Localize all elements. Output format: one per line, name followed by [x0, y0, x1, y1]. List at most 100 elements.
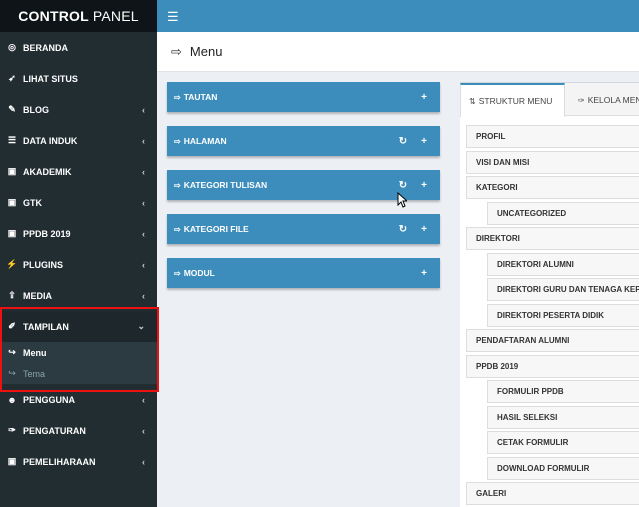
- paint-brush-icon: ✐: [8, 321, 16, 331]
- sidebar-item-lihat-situs[interactable]: ➶ LIHAT SITUS: [0, 63, 157, 94]
- panel-modul[interactable]: ⇨ MODUL +: [167, 258, 440, 288]
- sidebar-item-label: PEMELIHARAAN: [23, 456, 96, 467]
- menu-tree-item[interactable]: FORMULIR PPDB: [487, 380, 639, 403]
- tab-label: KELOLA MENU: [587, 95, 639, 105]
- chevron-left-icon: ‹: [142, 228, 145, 239]
- panel-halaman[interactable]: ⇨ HALAMAN ↻ +: [167, 126, 440, 156]
- sidebar-item-label: LIHAT SITUS: [23, 73, 78, 84]
- panel-tools: +: [421, 82, 427, 112]
- menu-tree-item[interactable]: PENDAFTARAN ALUMNI: [466, 329, 639, 352]
- tab-bar: ⇅ STRUKTUR MENU ✑ KELOLA MENU: [460, 83, 639, 117]
- sidebar-item-label: GTK: [23, 197, 42, 208]
- sign-in-icon: ↪: [8, 347, 16, 357]
- submenu-item-tema[interactable]: ↪ Tema: [0, 363, 157, 384]
- menu-tree-item[interactable]: PROFIL: [466, 125, 639, 148]
- panel-tools: +: [421, 258, 427, 288]
- chevron-left-icon: ‹: [142, 197, 145, 208]
- sign-in-icon: ⇨: [174, 136, 181, 146]
- tab-struktur-menu[interactable]: ⇅ STRUKTUR MENU: [460, 83, 565, 117]
- panel-kategori-file[interactable]: ⇨ KATEGORI FILE ↻ +: [167, 214, 440, 244]
- hamburger-menu-icon[interactable]: ☰: [167, 9, 179, 25]
- sign-in-icon: ⇨: [174, 268, 181, 278]
- menu-structure-box: ⇅ STRUKTUR MENU ✑ KELOLA MENU PROFILVISI…: [460, 82, 639, 507]
- edit-icon: ✎: [8, 104, 16, 114]
- sidebar-item-data-induk[interactable]: ☰ DATA INDUK ‹: [0, 125, 157, 156]
- panel-tools: ↻ +: [399, 214, 427, 244]
- book-icon: ▣: [7, 228, 17, 238]
- chevron-down-icon: ⌄: [137, 321, 145, 331]
- wrench-icon: ✑: [8, 425, 16, 435]
- plus-icon[interactable]: +: [421, 268, 427, 279]
- chevron-left-icon: ‹: [142, 425, 145, 436]
- plus-icon[interactable]: +: [421, 224, 427, 235]
- tab-kelola-menu[interactable]: ✑ KELOLA MENU: [570, 83, 639, 117]
- sidebar-item-tampilan[interactable]: ✐ TAMPILAN ⌄: [0, 311, 157, 342]
- sidebar-item-label: DATA INDUK: [23, 135, 78, 146]
- chevron-left-icon: ‹: [142, 166, 145, 177]
- submenu-item-menu[interactable]: ↪ Menu: [0, 342, 157, 363]
- sort-icon: ⇅: [469, 96, 476, 106]
- top-navbar: ☰: [157, 0, 639, 32]
- plug-icon: ⚡: [6, 259, 18, 269]
- menu-tree-item[interactable]: GALERI: [466, 482, 639, 505]
- dashboard-icon: ◎: [8, 42, 16, 52]
- plus-icon[interactable]: +: [421, 180, 427, 191]
- tab-label: STRUKTUR MENU: [478, 96, 553, 106]
- sidebar-item-akademik[interactable]: ▣ AKADEMIK ‹: [0, 156, 157, 187]
- content-header: ⇨ Menu: [157, 32, 639, 72]
- sign-in-icon: ⇨: [171, 43, 182, 59]
- menu-tree-item[interactable]: VISI DAN MISI: [466, 150, 639, 174]
- menu-tree-item[interactable]: DOWNLOAD FORMULIR: [487, 456, 639, 480]
- menu-tree-item[interactable]: HASIL SELEKSI: [487, 405, 639, 429]
- list-icon: ☰: [7, 135, 17, 145]
- sidebar-item-beranda[interactable]: ◎ BERANDA: [0, 32, 157, 63]
- sidebar-item-pengaturan[interactable]: ✑ PENGATURAN ‹: [0, 415, 157, 446]
- sidebar-item-pemeliharaan[interactable]: ▣ PEMELIHARAAN ‹: [0, 446, 157, 477]
- sidebar-item-label: TAMPILAN: [23, 321, 69, 332]
- plus-icon[interactable]: +: [421, 136, 427, 147]
- menu-tree-item[interactable]: DIREKTORI ALUMNI: [487, 252, 639, 276]
- sidebar-item-blog[interactable]: ✎ BLOG ‹: [0, 94, 157, 125]
- wrench-icon: ✑: [578, 95, 585, 105]
- brand-logo[interactable]: CONTROL PANEL: [0, 0, 157, 32]
- sidebar-item-label: BERANDA: [23, 42, 68, 53]
- panel-title: KATEGORI FILE: [183, 224, 249, 234]
- menu-tree-item[interactable]: DIREKTORI PESERTA DIDIK: [487, 303, 639, 327]
- brand-rest: PANEL: [92, 8, 139, 24]
- menu-tree-item[interactable]: PPDB 2019: [466, 354, 639, 378]
- sidebar-item-label: PPDB 2019: [23, 228, 71, 239]
- menu-tree-item[interactable]: KATEGORI: [466, 176, 639, 199]
- panel-title: MODUL: [183, 268, 215, 278]
- plus-icon[interactable]: +: [421, 92, 427, 103]
- panel-tools: ↻ +: [399, 126, 427, 156]
- chevron-left-icon: ‹: [142, 290, 145, 301]
- sidebar-item-media[interactable]: ⇪ MEDIA ‹: [0, 280, 157, 311]
- menu-tree-item[interactable]: DIREKTORI: [466, 227, 639, 250]
- sidebar-item-gtk[interactable]: ▣ GTK ‹: [0, 187, 157, 218]
- sidebar-item-pengguna[interactable]: ☻ PENGGUNA ‹: [0, 384, 157, 415]
- chevron-left-icon: ‹: [142, 104, 145, 115]
- sidebar-item-ppdb-2019[interactable]: ▣ PPDB 2019 ‹: [0, 218, 157, 249]
- panel-title: TAUTAN: [183, 92, 218, 102]
- sidebar-item-plugins[interactable]: ⚡ PLUGINS ‹: [0, 249, 157, 280]
- sidebar-item-label: PLUGINS: [23, 259, 64, 270]
- sidebar-item-label: MEDIA: [23, 290, 52, 301]
- sidebar-item-label: PENGATURAN: [23, 425, 86, 436]
- submenu-item-label: Menu: [23, 347, 47, 358]
- panel-title: KATEGORI TULISAN: [183, 180, 268, 190]
- sign-in-icon: ⇨: [174, 92, 181, 102]
- sign-in-icon: ⇨: [174, 224, 181, 234]
- menu-tree-item[interactable]: CETAK FORMULIR: [487, 431, 639, 454]
- sidebar: CONTROL PANEL ◎ BERANDA ➶ LIHAT SITUS ✎ BLOG ‹…: [0, 0, 157, 507]
- sidebar-nav: ◎ BERANDA ➶ LIHAT SITUS ✎ BLOG ‹ ☰ DATA INDUK ‹ ▣ A…: [0, 32, 157, 477]
- menu-tree-item[interactable]: UNCATEGORIZED: [487, 201, 639, 225]
- menu-tree-item[interactable]: DIREKTORI GURU DAN TENAGA KEPENDIDIKAN: [487, 278, 639, 301]
- submenu-item-label: Tema: [23, 368, 46, 379]
- panel-tautan[interactable]: ⇨ TAUTAN +: [167, 82, 440, 112]
- refresh-icon[interactable]: ↻: [399, 136, 407, 147]
- chevron-left-icon: ‹: [142, 394, 145, 405]
- refresh-icon[interactable]: ↻: [399, 180, 407, 191]
- sign-in-icon: ⇨: [174, 180, 181, 190]
- sidebar-item-label: PENGGUNA: [23, 394, 76, 405]
- refresh-icon[interactable]: ↻: [399, 224, 407, 235]
